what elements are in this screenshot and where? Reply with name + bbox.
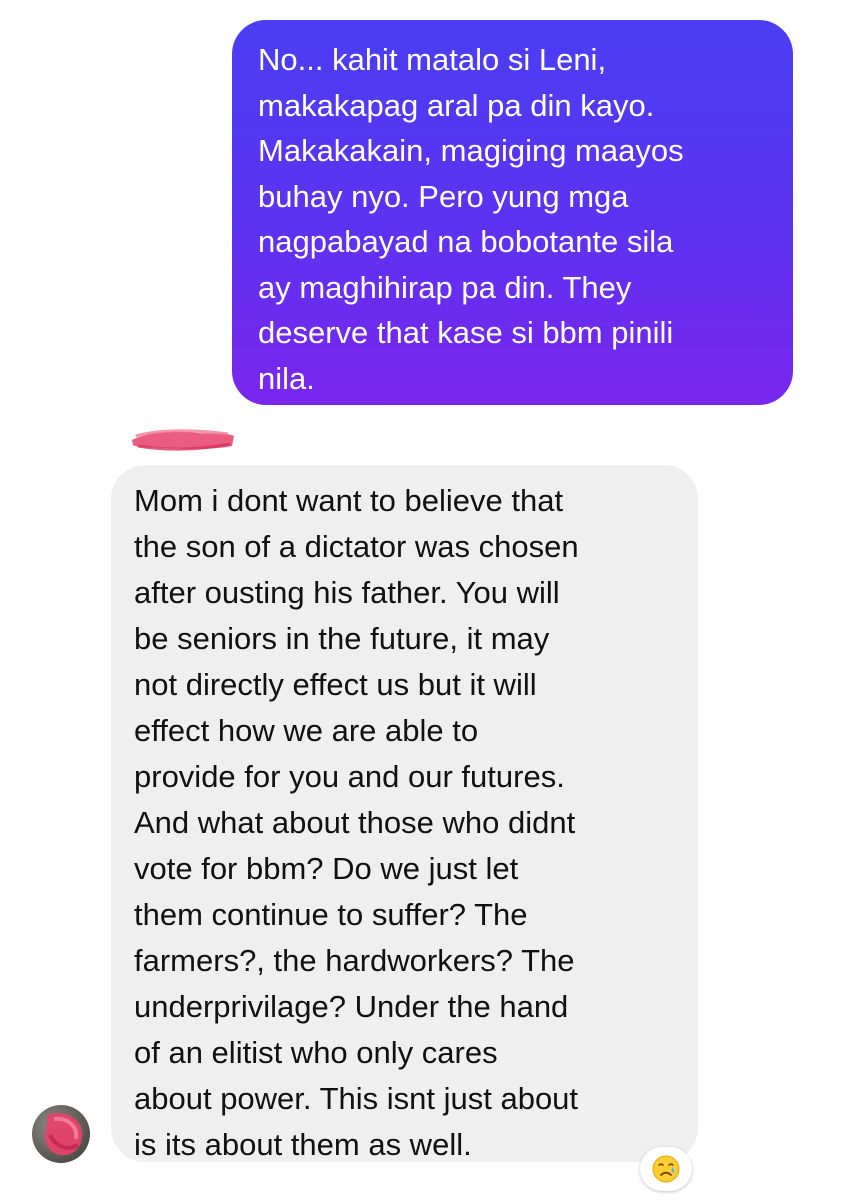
message-reaction[interactable]	[640, 1147, 692, 1191]
redacted-sender-name	[128, 424, 238, 454]
received-message-bubble[interactable]: Mom i dont want to believe that the son …	[111, 465, 698, 1162]
sender-avatar[interactable]	[32, 1105, 90, 1163]
avatar-redaction-scribble	[44, 1112, 83, 1156]
sent-message-bubble[interactable]: No... kahit matalo si Leni, makakapag ar…	[232, 20, 793, 405]
crying-face-icon	[652, 1155, 680, 1183]
sent-message-text: No... kahit matalo si Leni, makakapag ar…	[258, 42, 684, 396]
received-message-text: Mom i dont want to believe that the son …	[134, 483, 579, 1162]
